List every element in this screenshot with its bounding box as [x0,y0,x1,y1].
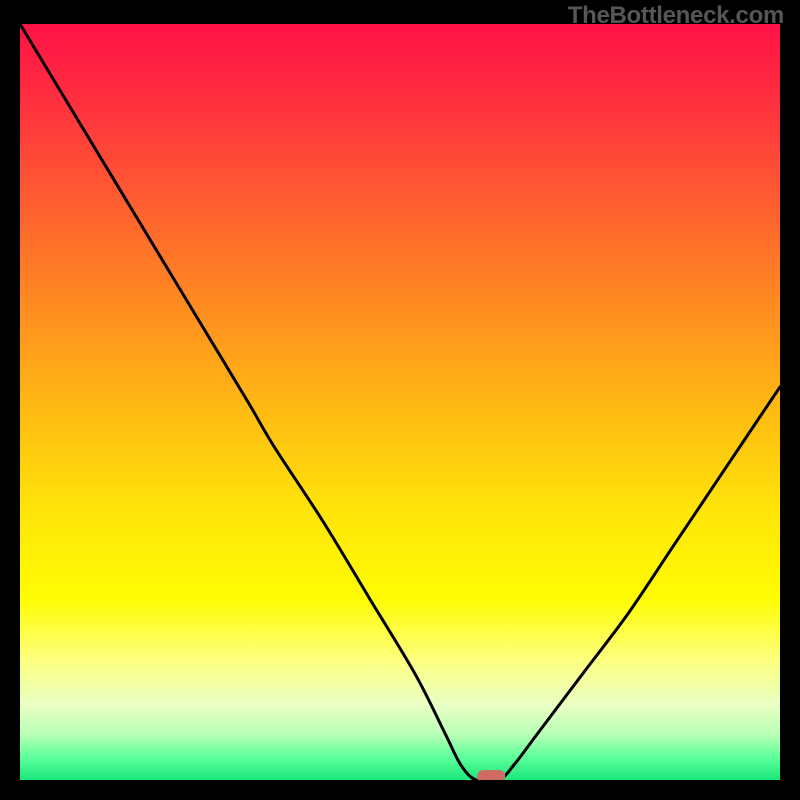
gradient-background [20,24,780,780]
chart-frame: TheBottleneck.com [0,0,800,800]
optimal-marker [477,770,505,780]
bottleneck-plot [20,24,780,780]
